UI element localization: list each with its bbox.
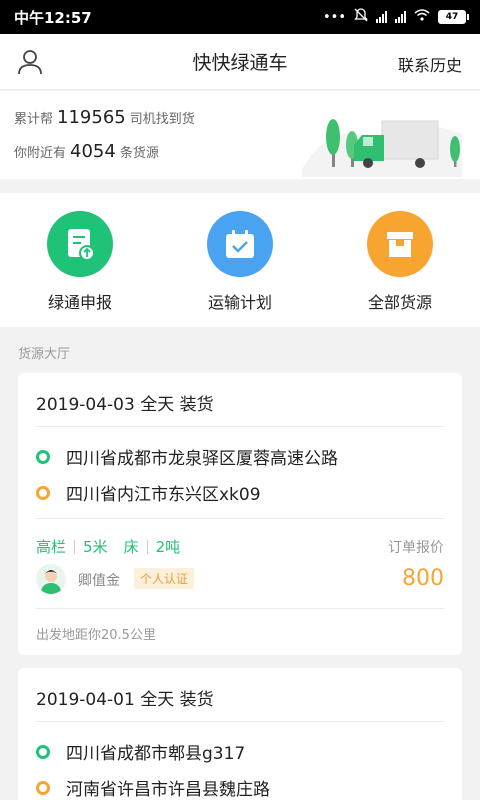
distance-text: 出发地距你20.5公里 (36, 628, 156, 643)
truck-specs: 高栏 5米 床 2吨 (36, 536, 180, 557)
quick-actions: 绿通申报 运输计划 全部货源 (0, 193, 480, 327)
destination-dot-icon (36, 780, 50, 795)
origin-address: 四川省成都市龙泉驿区厦蓉高速公路 (36, 444, 338, 469)
truck-illustration (302, 119, 462, 177)
poster-name: 卿值金 (78, 573, 120, 589)
drivers-helped-line: 累计帮 119565 司机找到货 (14, 107, 195, 128)
drivers-helped-count: 119565 (57, 107, 126, 128)
quick-action-label: 运输计划 (207, 293, 272, 312)
stats-label: 司机找到货 (129, 112, 195, 127)
box-icon (367, 211, 433, 277)
separator (74, 539, 76, 554)
load-date: 2019-04-01 全天 装货 (36, 690, 214, 710)
calendar-check-icon (207, 211, 273, 277)
cargo-card[interactable]: 2019-04-01 全天 装货 四川省成都市郫县g317 河南省许昌市许昌县魏… (18, 668, 462, 800)
divider (36, 426, 444, 427)
stats-label: 你附近有 (14, 146, 67, 161)
destination-address: 四川省内江市东兴区xk09 (36, 480, 261, 505)
origin-dot-icon (36, 449, 50, 464)
destination-text: 四川省内江市东兴区xk09 (66, 485, 261, 505)
cargo-weight: 2吨 (155, 538, 181, 556)
transport-plan-button[interactable]: 运输计划 (175, 211, 305, 313)
load-date: 2019-04-03 全天 装货 (36, 395, 214, 415)
cert-badge: 个人认证 (134, 568, 195, 589)
contact-history-button[interactable]: 联系历史 (398, 52, 462, 76)
divider (36, 721, 444, 722)
nearby-cargo-count: 4054 (70, 141, 116, 162)
user-icon[interactable] (16, 48, 44, 76)
stats-label: 累计帮 (14, 112, 54, 127)
mute-icon (354, 8, 368, 26)
price-label: 订单报价 (388, 540, 444, 556)
green-declare-button[interactable]: 绿通申报 (15, 211, 145, 313)
destination-dot-icon (36, 485, 50, 500)
divider (36, 518, 444, 519)
signal-icon (376, 11, 387, 23)
status-bar: 中午12:57 ••• 47 (0, 0, 480, 34)
quick-action-label: 全部货源 (367, 293, 432, 312)
avatar (36, 564, 66, 594)
truck-type: 高栏 (36, 538, 67, 556)
wifi-icon (414, 9, 430, 25)
origin-dot-icon (36, 744, 50, 759)
origin-text: 四川省成都市龙泉驿区厦蓉高速公路 (66, 449, 338, 469)
destination-address: 河南省许昌市许昌县魏庄路 (36, 775, 270, 800)
section-title: 货源大厅 (18, 347, 71, 362)
cargo-type: 床 (123, 538, 139, 556)
price-value: 800 (402, 566, 444, 591)
origin-address: 四川省成都市郫县g317 (36, 739, 245, 764)
more-dots-icon: ••• (322, 9, 346, 25)
battery-icon: 47 (438, 10, 469, 24)
destination-text: 河南省许昌市许昌县魏庄路 (66, 780, 270, 800)
stats-label: 条货源 (119, 146, 159, 161)
document-upload-icon (47, 211, 113, 277)
separator (146, 539, 148, 554)
quick-action-label: 绿通申报 (47, 293, 112, 312)
signal-2-icon (395, 11, 406, 23)
status-time: 中午12:57 (14, 8, 92, 27)
all-cargo-button[interactable]: 全部货源 (335, 211, 465, 313)
origin-text: 四川省成都市郫县g317 (66, 744, 246, 764)
truck-length: 5米 (83, 538, 108, 556)
nearby-cargo-line: 你附近有 4054 条货源 (14, 141, 159, 162)
status-icons: ••• 47 (322, 8, 469, 26)
app-header: 快快绿通车 联系历史 (0, 34, 480, 90)
stats-panel: 累计帮 119565 司机找到货 你附近有 4054 条货源 (0, 91, 480, 179)
divider (36, 608, 444, 609)
cargo-card[interactable]: 2019-04-03 全天 装货 四川省成都市龙泉驿区厦蓉高速公路 四川省内江市… (18, 373, 462, 655)
